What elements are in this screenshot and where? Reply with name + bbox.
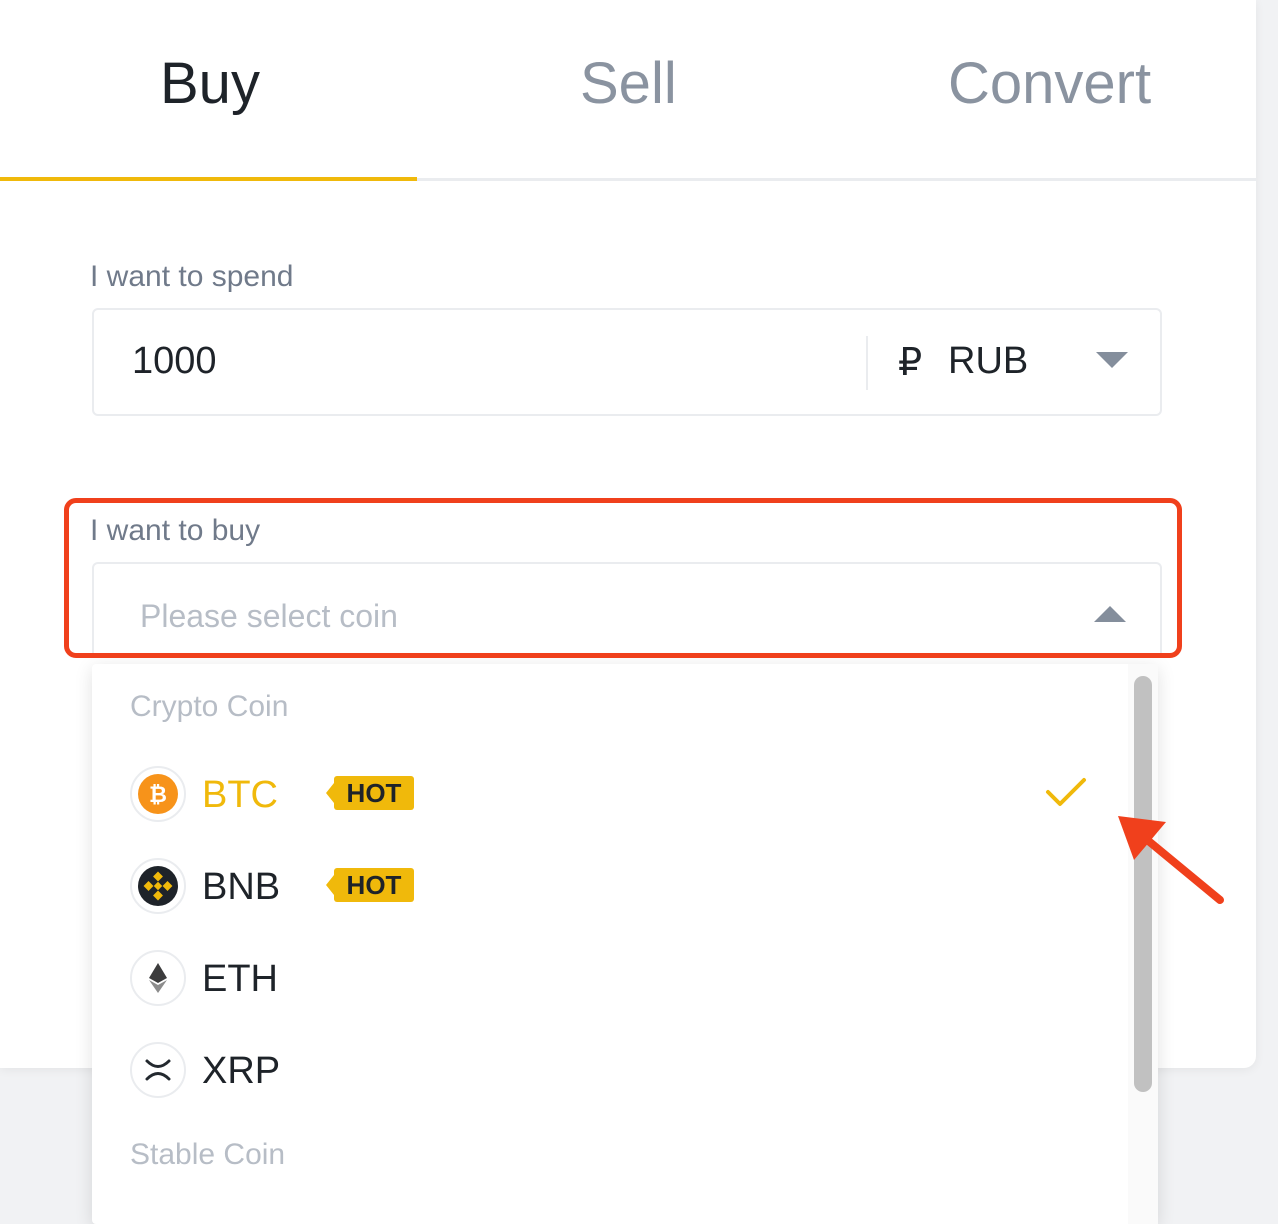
checkmark-icon bbox=[1044, 776, 1088, 813]
xrp-icon bbox=[130, 1042, 186, 1098]
active-tab-indicator bbox=[0, 177, 417, 181]
spend-input-group: 1000 ₽ RUB bbox=[92, 308, 1162, 416]
group-label-stable: Stable Coin bbox=[130, 1138, 286, 1171]
highlight-box bbox=[64, 498, 1182, 658]
chevron-down-icon[interactable] bbox=[1096, 352, 1128, 368]
coin-name: XRP bbox=[202, 1050, 281, 1092]
coin-option-bnb[interactable]: BNB HOT bbox=[92, 858, 1122, 938]
spend-amount-input[interactable]: 1000 bbox=[132, 340, 217, 383]
tab-convert[interactable]: Convert bbox=[948, 50, 1151, 117]
coin-option-eth[interactable]: ETH bbox=[92, 950, 1122, 1030]
annotation-arrow-icon bbox=[1110, 808, 1230, 913]
spend-label: I want to spend bbox=[90, 260, 294, 293]
ruble-icon: ₽ bbox=[898, 342, 923, 384]
coin-name: BNB bbox=[202, 866, 281, 908]
trade-tabs: Buy Sell Convert bbox=[0, 0, 1256, 182]
group-label-crypto: Crypto Coin bbox=[130, 690, 289, 723]
ethereum-icon bbox=[130, 950, 186, 1006]
input-divider bbox=[866, 336, 868, 390]
currency-select[interactable]: RUB bbox=[948, 340, 1028, 383]
coin-name: BTC bbox=[202, 774, 278, 816]
bnb-icon bbox=[130, 858, 186, 914]
coin-option-btc[interactable]: ₿ BTC HOT bbox=[92, 766, 1122, 846]
tab-buy[interactable]: Buy bbox=[160, 50, 260, 117]
svg-text:₿: ₿ bbox=[149, 783, 167, 808]
hot-badge: HOT bbox=[326, 868, 414, 902]
tab-sell[interactable]: Sell bbox=[580, 50, 677, 117]
dropdown-scrollbar[interactable] bbox=[1128, 664, 1158, 1224]
bitcoin-icon: ₿ bbox=[130, 766, 186, 822]
hot-badge: HOT bbox=[326, 776, 414, 810]
coin-dropdown: Crypto Coin ₿ BTC HOT BNB HOT ETH XRP St… bbox=[92, 664, 1158, 1224]
coin-name: ETH bbox=[202, 958, 278, 1000]
coin-option-xrp[interactable]: XRP bbox=[92, 1042, 1122, 1122]
